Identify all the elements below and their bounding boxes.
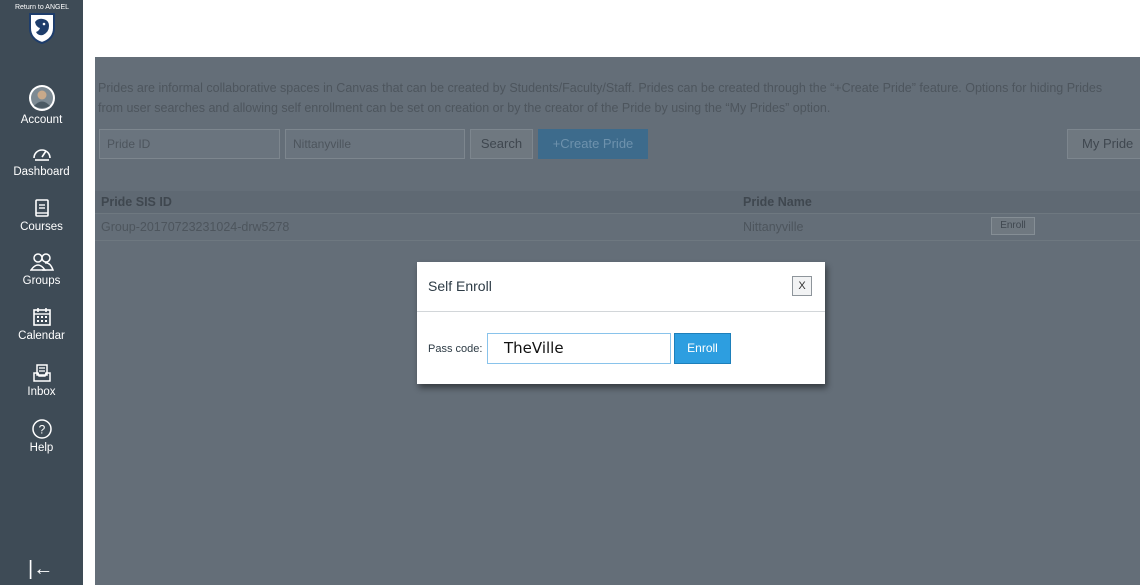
return-to-angel-logo[interactable]: Return to ANGEL — [14, 4, 70, 44]
avatar — [28, 85, 55, 111]
global-nav: Return to ANGEL Account Dashboard Course… — [0, 0, 83, 585]
nav-item-calendar[interactable]: Calendar — [0, 306, 83, 342]
nav-label-dashboard: Dashboard — [13, 166, 70, 178]
nav-label-groups: Groups — [22, 275, 61, 287]
nav-item-groups[interactable]: Groups — [0, 251, 83, 287]
nav-item-dashboard[interactable]: Dashboard — [0, 142, 83, 178]
pride-id-input[interactable]: Pride ID — [99, 129, 280, 159]
inbox-icon — [32, 364, 51, 382]
header-pride-name: Pride Name — [743, 195, 812, 209]
logo-text: Return to ANGEL — [14, 4, 70, 11]
nav-label-calendar: Calendar — [18, 330, 65, 342]
nittany-lion-shield-icon — [29, 13, 55, 44]
passcode-input[interactable]: TheVille — [487, 333, 671, 364]
header-pride-sis-id: Pride SIS ID — [101, 195, 172, 209]
nav-label-account: Account — [20, 114, 63, 126]
close-button[interactable]: X — [792, 276, 812, 296]
nav-label-courses: Courses — [20, 221, 63, 233]
book-icon — [34, 199, 49, 217]
self-enroll-dialog: Self Enroll X Pass code: TheVille Enroll — [417, 262, 825, 384]
collapse-nav-button[interactable]: |← — [28, 558, 53, 581]
pride-name-input[interactable]: Nittanyville — [285, 129, 465, 159]
dialog-title: Self Enroll — [428, 278, 492, 294]
nav-item-courses[interactable]: Courses — [0, 197, 83, 233]
nav-item-account[interactable]: Account — [0, 84, 83, 126]
create-pride-button[interactable]: +Create Pride — [538, 129, 648, 159]
cell-pride-sis-id: Group-20170723231024-drw5278 — [101, 220, 290, 234]
enroll-button[interactable]: Enroll — [674, 333, 731, 364]
calendar-icon — [32, 308, 51, 326]
search-button[interactable]: Search — [470, 129, 533, 159]
cell-pride-name: Nittanyville — [743, 220, 804, 234]
nav-label-help: Help — [29, 442, 54, 454]
nav-label-inbox: Inbox — [27, 386, 56, 398]
row-enroll-button[interactable]: Enroll — [991, 217, 1035, 235]
prides-intro-text: Prides are informal collaborative spaces… — [98, 81, 1103, 115]
help-icon: ? — [31, 419, 52, 439]
table-header: Pride SIS ID Pride Name — [95, 191, 1140, 214]
nav-item-help[interactable]: ? Help — [0, 418, 83, 454]
my-prides-button[interactable]: My Pride — [1067, 129, 1140, 159]
table-row: Group-20170723231024-drw5278 Nittanyvill… — [95, 214, 1140, 241]
dialog-header: Self Enroll X — [417, 262, 825, 312]
nav-item-inbox[interactable]: Inbox — [0, 362, 83, 398]
svg-text:?: ? — [38, 423, 45, 437]
passcode-label: Pass code: — [428, 343, 483, 355]
groups-icon — [29, 253, 54, 271]
dashboard-icon — [32, 149, 51, 161]
